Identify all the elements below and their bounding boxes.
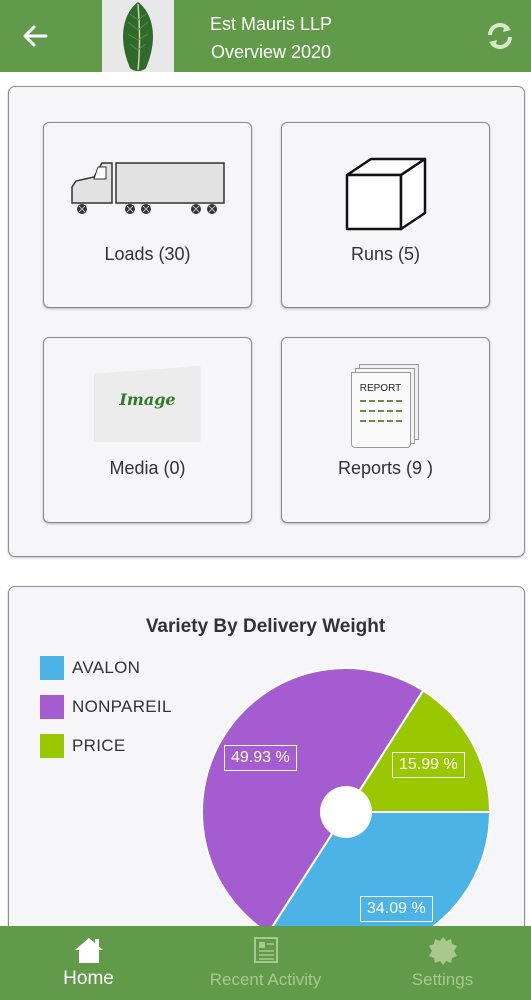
tile-media-label: Media (0) — [109, 458, 186, 478]
nav-settings-label: Settings — [411, 970, 474, 989]
image-icon-text: Image — [119, 390, 176, 409]
tile-runs-label: Runs (5) — [350, 244, 421, 264]
bottom-navigation: Home Recent Activity Settings — [0, 926, 531, 1000]
refresh-icon — [488, 23, 512, 49]
nav-home-label: Home — [63, 968, 114, 989]
title-line-1: Est Mauris LLP — [209, 14, 333, 34]
leaf-icon — [123, 2, 153, 71]
nav-settings[interactable]: Settings — [354, 926, 531, 1000]
cube-icon — [345, 157, 426, 231]
app-header: Est Mauris LLP Overview 2020 — [0, 0, 531, 72]
company-logo — [102, 0, 174, 72]
nav-home[interactable]: Home — [0, 926, 177, 1000]
home-icon — [74, 938, 103, 963]
tile-media[interactable]: Image Media (0) — [43, 337, 252, 523]
slice-label-nonpareil: 49.93 % — [224, 745, 297, 771]
settings-icon — [428, 937, 457, 965]
tile-runs[interactable]: Runs (5) — [281, 122, 490, 308]
nav-recent-activity[interactable]: Recent Activity — [177, 926, 354, 1000]
pie-center-hole — [320, 786, 372, 838]
activity-icon — [253, 937, 278, 963]
refresh-button[interactable] — [482, 18, 518, 54]
tile-reports[interactable]: REPORT Reports (9 ) — [281, 337, 490, 523]
truck-icon — [70, 162, 225, 214]
dashboard-tiles-card: Loads (30) Runs (5) Image Media (0) REPO… — [8, 86, 525, 557]
tile-loads-label: Loads (30) — [104, 244, 191, 264]
arrow-left-icon — [23, 25, 48, 47]
report-icon-text: REPORT — [359, 383, 402, 394]
image-icon: Image — [94, 366, 201, 442]
back-button[interactable] — [18, 20, 52, 52]
tile-loads[interactable]: Loads (30) — [43, 122, 252, 308]
slice-label-price: 15.99 % — [392, 752, 465, 778]
slice-label-avalon: 34.09 % — [360, 896, 433, 922]
tile-reports-label: Reports (9 ) — [337, 458, 434, 478]
report-icon: REPORT — [350, 364, 421, 448]
nav-recent-activity-label: Recent Activity — [209, 970, 322, 989]
title-line-2: Overview 2020 — [210, 42, 332, 62]
page-title: Est Mauris LLP Overview 2020 — [176, 10, 366, 66]
